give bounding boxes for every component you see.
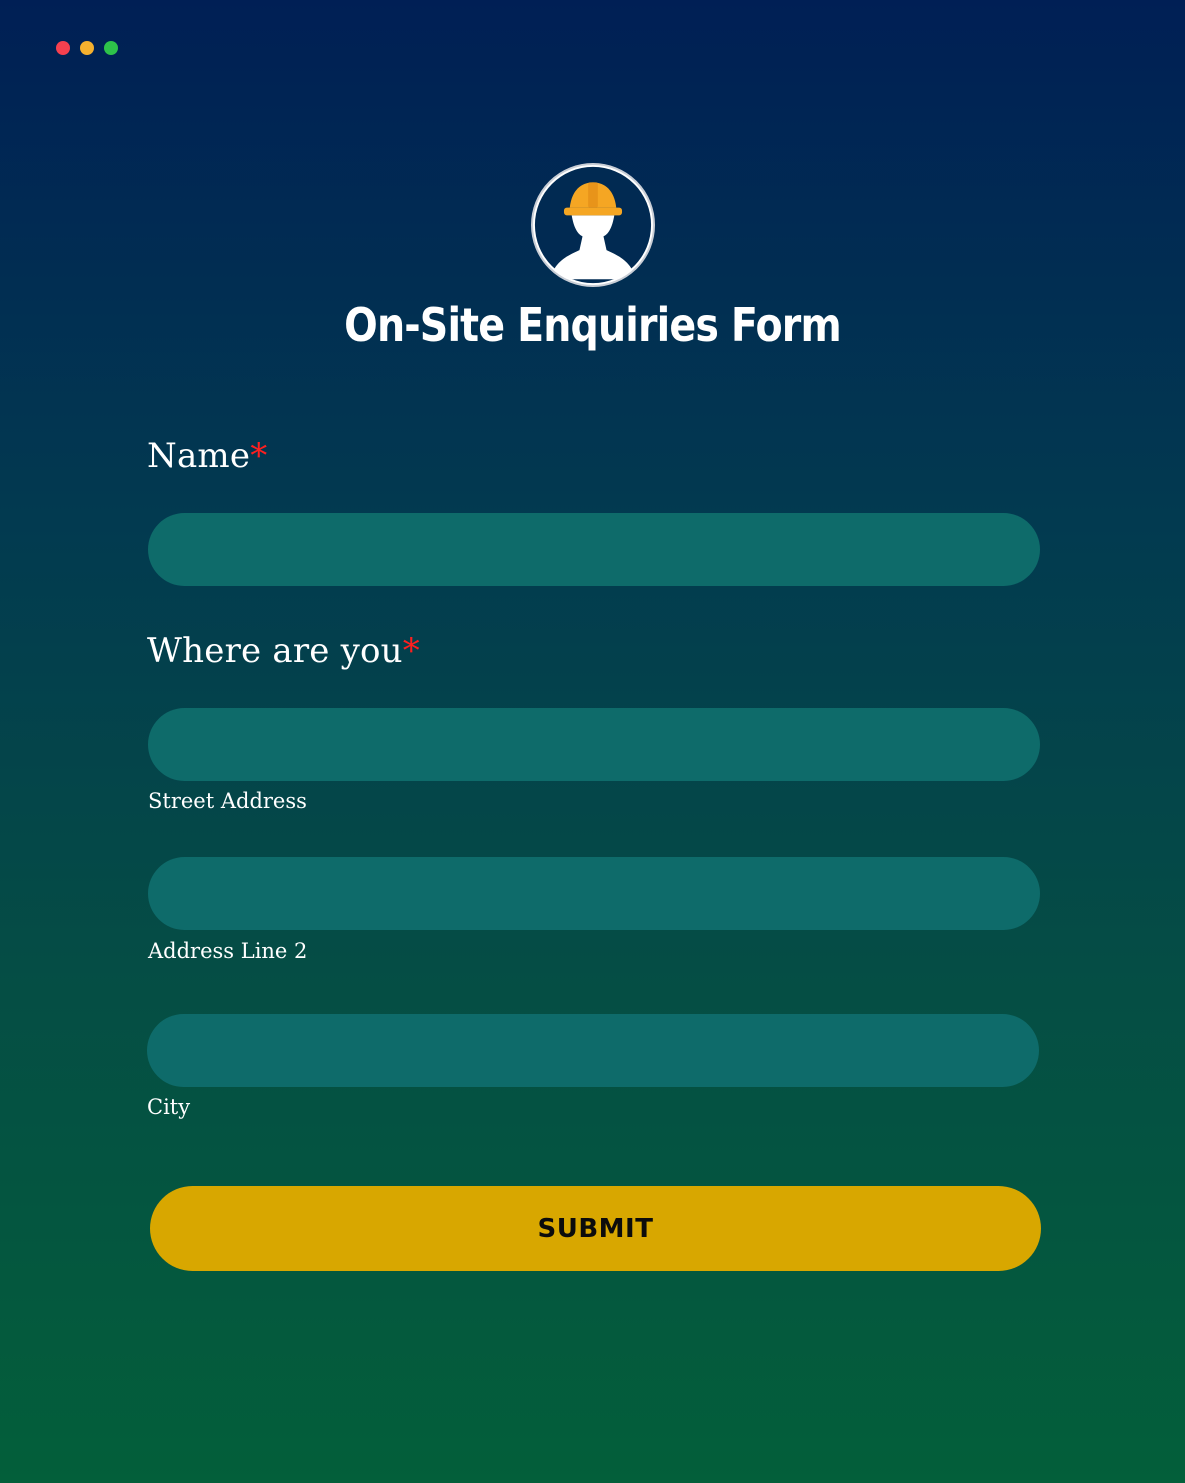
window-controls xyxy=(56,41,118,55)
maximize-window-button[interactable] xyxy=(104,41,118,55)
address-line-2-input[interactable] xyxy=(148,857,1040,930)
address-line-2-sublabel: Address Line 2 xyxy=(148,939,308,963)
street-address-sublabel: Street Address xyxy=(148,789,307,813)
location-label-text: Where are you xyxy=(147,631,403,671)
minimize-window-button[interactable] xyxy=(80,41,94,55)
required-marker: * xyxy=(402,631,420,671)
page-title: On-Site Enquiries Form xyxy=(344,298,841,352)
city-sublabel: City xyxy=(147,1095,191,1119)
name-label: Name* xyxy=(147,436,267,476)
name-input[interactable] xyxy=(148,513,1040,586)
submit-button[interactable]: SUBMIT xyxy=(150,1186,1041,1271)
required-marker: * xyxy=(250,436,268,476)
location-label: Where are you* xyxy=(147,631,420,671)
city-input[interactable] xyxy=(147,1014,1039,1087)
name-label-text: Name xyxy=(147,436,251,476)
street-address-input[interactable] xyxy=(148,708,1040,781)
close-window-button[interactable] xyxy=(56,41,70,55)
construction-worker-hardhat-icon xyxy=(531,163,655,287)
